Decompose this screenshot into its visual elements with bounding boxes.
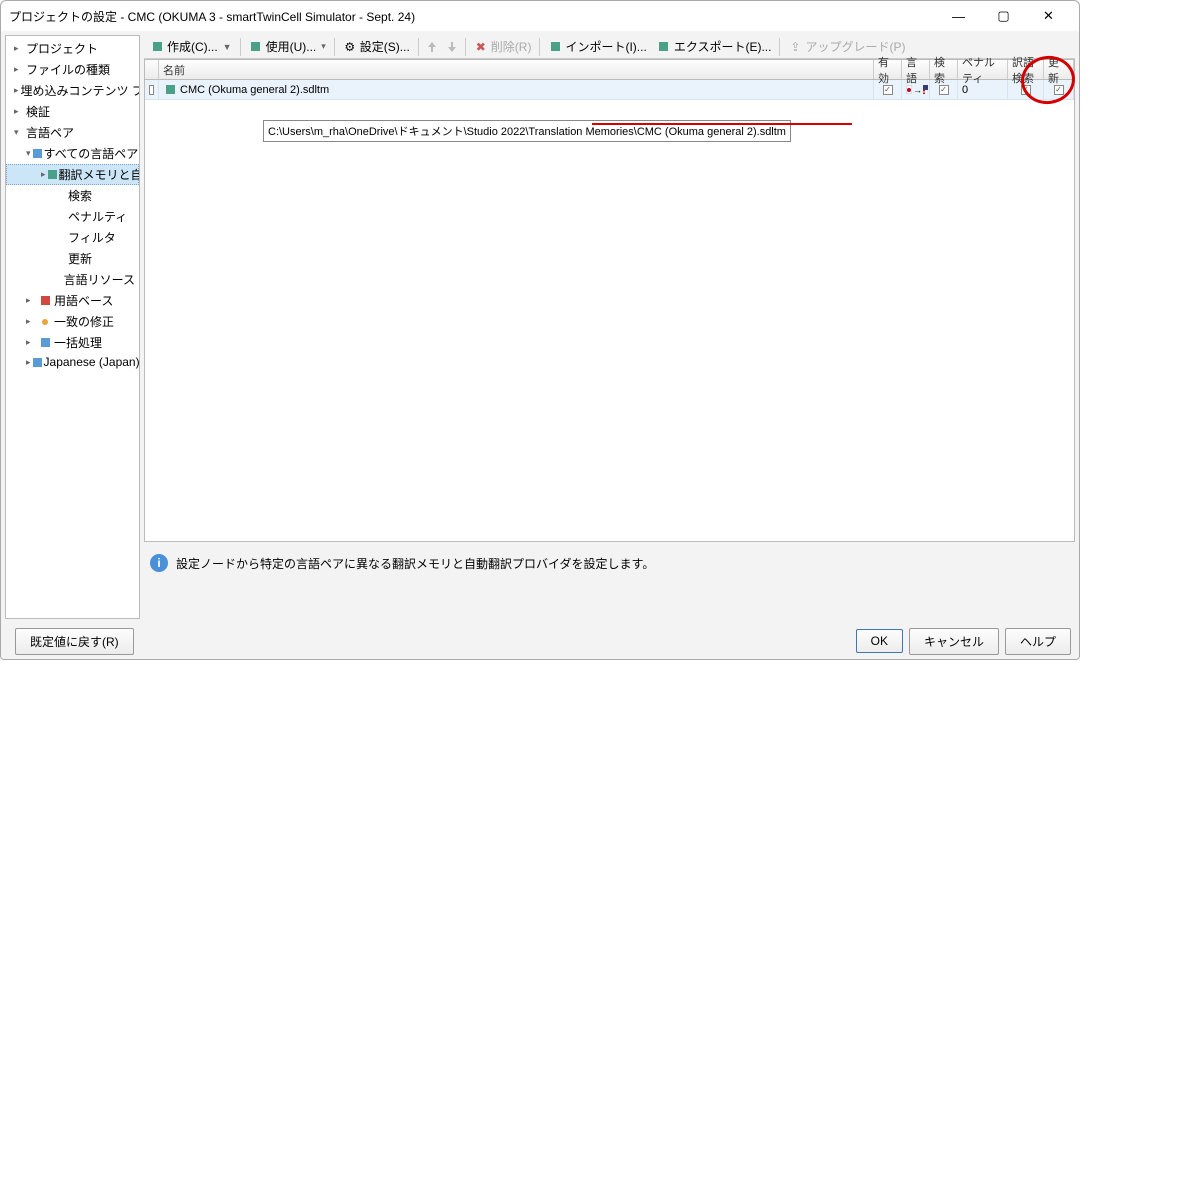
tree-item-update[interactable]: 更新 [6, 248, 139, 269]
settings-tree: ▸プロジェクト ▸ファイルの種類 ▸埋め込みコンテンツ プロセッ ▸検証 ▾言語… [5, 35, 140, 619]
tree-item-project[interactable]: ▸プロジェクト [6, 38, 139, 59]
minimize-button[interactable]: — [936, 2, 981, 30]
tree-item-termbase[interactable]: ▸用語ベース [6, 290, 139, 311]
separator [334, 38, 335, 56]
import-icon [548, 40, 562, 54]
col-search[interactable]: 検索 [930, 60, 958, 79]
batch-icon [41, 338, 50, 347]
upgrade-icon: ⇪ [788, 40, 802, 54]
checkbox-checked-icon: ✓ [883, 85, 893, 95]
col-enabled[interactable]: 有効 [874, 60, 902, 79]
tree-item-filetypes[interactable]: ▸ファイルの種類 [6, 59, 139, 80]
create-icon [150, 40, 164, 54]
col-name[interactable]: 名前 [159, 60, 874, 79]
moveup-button [423, 39, 441, 55]
col-penalty[interactable]: ペナルティ [958, 60, 1008, 79]
export-icon [657, 40, 671, 54]
separator [539, 38, 540, 56]
tm-file-icon [163, 83, 177, 97]
maximize-button[interactable]: ▢ [981, 2, 1026, 30]
col-termsearch[interactable]: 訳語検索 [1008, 60, 1044, 79]
info-icon: i [150, 554, 168, 572]
tree-item-all-langpairs[interactable]: ▾すべての言語ペア [6, 143, 139, 164]
tm-grid: 名前 有効 言語 検索 ペナルティ 訳語検索 更新 CMC (Okuma gen… [144, 59, 1075, 542]
gear-icon: ⚙ [343, 40, 357, 54]
arrow-up-icon [427, 41, 437, 53]
checkbox-checked-icon: ✓ [939, 85, 949, 95]
cell-enabled[interactable]: ✓ [874, 80, 902, 99]
window-title: プロジェクトの設定 - CMC (OKUMA 3 - smartTwinCell… [9, 8, 936, 25]
checkbox-checked-icon: ✓ [1021, 85, 1031, 95]
cell-search[interactable]: ✓ [930, 80, 958, 99]
dialog-body: ▸プロジェクト ▸ファイルの種類 ▸埋め込みコンテンツ プロセッ ▸検証 ▾言語… [1, 31, 1079, 623]
checkbox-checked-icon: ✓ [1054, 85, 1064, 95]
cancel-button[interactable]: キャンセル [909, 628, 999, 655]
use-button[interactable]: 使用(U)...▾ [245, 36, 330, 57]
checkbox-icon [149, 85, 154, 95]
use-icon [249, 40, 263, 54]
match-icon [42, 319, 48, 325]
cell-checkbox[interactable] [145, 80, 159, 99]
arrow-down-icon [447, 41, 457, 53]
dropdown-icon: ▾ [321, 41, 326, 52]
col-checkbox[interactable] [145, 60, 159, 79]
ok-button[interactable]: OK [856, 629, 903, 653]
folder-icon [33, 149, 42, 158]
info-bar: i 設定ノードから特定の言語ペアに異なる翻訳メモリと自動翻訳プロバイダを設定しま… [144, 546, 1075, 580]
cell-update[interactable]: ✓ [1044, 80, 1074, 99]
langpair-icon [33, 358, 42, 367]
tree-item-search[interactable]: 検索 [6, 185, 139, 206]
col-update[interactable]: 更新 [1044, 60, 1074, 79]
delete-icon: ✖ [474, 40, 488, 54]
grid-header: 名前 有効 言語 検索 ペナルティ 訳語検索 更新 [145, 60, 1074, 80]
main-panel: 作成(C)...▼ 使用(U)...▾ ⚙設定(S)... ✖削除(R) インポ… [144, 35, 1075, 623]
path-tooltip: C:\Users\m_rha\OneDrive\ドキュメント\Studio 20… [263, 120, 791, 142]
separator [465, 38, 466, 56]
cell-termsearch[interactable]: ✓ [1008, 80, 1044, 99]
termbase-icon [41, 296, 50, 305]
help-button[interactable]: ヘルプ [1005, 628, 1071, 655]
dialog-window: プロジェクトの設定 - CMC (OKUMA 3 - smartTwinCell… [0, 0, 1080, 660]
cell-name[interactable]: CMC (Okuma general 2).sdltm [159, 80, 874, 99]
separator [418, 38, 419, 56]
close-button[interactable]: ✕ [1026, 2, 1071, 30]
movedown-button [443, 39, 461, 55]
create-button[interactable]: 作成(C)...▼ [146, 36, 236, 57]
tree-item-langpairs[interactable]: ▾言語ペア [6, 122, 139, 143]
reset-defaults-button[interactable]: 既定値に戻す(R) [15, 628, 134, 655]
info-text: 設定ノードから特定の言語ペアに異なる翻訳メモリと自動翻訳プロバイダを設定します。 [176, 555, 654, 572]
separator [779, 38, 780, 56]
tree-item-verification[interactable]: ▸検証 [6, 101, 139, 122]
window-controls: — ▢ ✕ [936, 2, 1071, 30]
flag-jp-icon [906, 85, 912, 94]
tree-item-langresources[interactable]: 言語リソース [6, 269, 139, 290]
cell-language: → [902, 80, 930, 99]
cell-penalty[interactable]: 0 [958, 80, 1008, 99]
tree-item-ja-en[interactable]: ▸Japanese (Japan)->En [6, 353, 139, 371]
settings-button[interactable]: ⚙設定(S)... [339, 36, 414, 57]
delete-button: ✖削除(R) [470, 36, 536, 57]
separator [240, 38, 241, 56]
tree-item-penalty[interactable]: ペナルティ [6, 206, 139, 227]
grid-row[interactable]: CMC (Okuma general 2).sdltm ✓ → ✓ 0 ✓ ✓ [145, 80, 1074, 100]
tree-item-match-repair[interactable]: ▸一致の修正 [6, 311, 139, 332]
import-button[interactable]: インポート(I)... [544, 36, 650, 57]
dialog-footer: 既定値に戻す(R) OK キャンセル ヘルプ [1, 623, 1079, 659]
tree-item-filter[interactable]: フィルタ [6, 227, 139, 248]
tree-item-batch[interactable]: ▸一括処理 [6, 332, 139, 353]
tree-item-embedded[interactable]: ▸埋め込みコンテンツ プロセッ [6, 80, 139, 101]
tm-icon [48, 170, 57, 179]
grid-body: C:\Users\m_rha\OneDrive\ドキュメント\Studio 20… [145, 100, 1074, 541]
col-language[interactable]: 言語 [902, 60, 930, 79]
tree-item-tm-autotrans[interactable]: ▸翻訳メモリと自動翻訳 [6, 164, 139, 185]
export-button[interactable]: エクスポート(E)... [653, 36, 776, 57]
titlebar: プロジェクトの設定 - CMC (OKUMA 3 - smartTwinCell… [1, 1, 1079, 31]
dropdown-icon: ▼ [223, 42, 232, 52]
flag-us-icon [923, 85, 925, 94]
